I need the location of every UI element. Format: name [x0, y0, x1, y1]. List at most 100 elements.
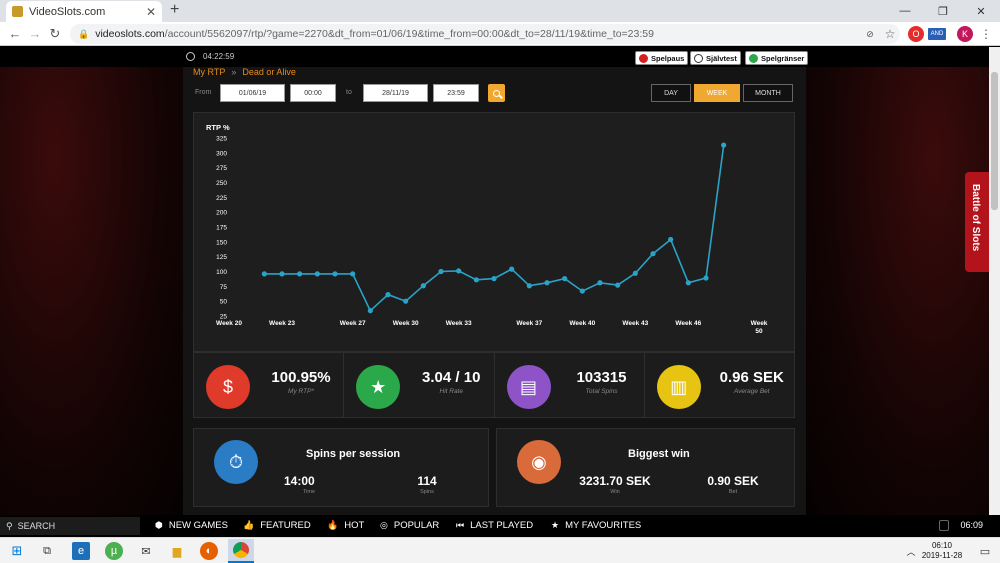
taskbar-clock[interactable]: 06:10 2019-11-28	[918, 541, 966, 561]
menu-kebab-icon[interactable]: ⋮	[978, 26, 994, 42]
session-clock: 04:22:59	[186, 52, 234, 61]
site-clock: 06:09	[960, 520, 983, 530]
y-tick-label: 100	[216, 269, 227, 276]
bookmark-star-icon[interactable]: ☆	[882, 26, 898, 42]
to-date-input[interactable]: 28/11/19	[363, 84, 428, 102]
rtp-data-point	[597, 280, 603, 286]
stat-value: 103315	[576, 369, 627, 386]
nav-my-favourites[interactable]: ★ MY FAVOURITES	[551, 520, 641, 531]
y-tick-label: 75	[220, 284, 228, 291]
nav-new-games[interactable]: ⬢ NEW GAMES	[155, 520, 228, 531]
x-tick-label: Week 33	[446, 320, 472, 327]
stat-value: 0.96 SEK	[719, 369, 784, 386]
stat-label: My RTP*	[288, 388, 314, 395]
browser-tab[interactable]: VideoSlots.com ✕	[6, 1, 162, 22]
rtp-chart: RTP % 25 50 75 100 125 150 175 200 225 250 275 300 32…	[193, 112, 795, 352]
nav-featured[interactable]: 👍 FEATURED	[243, 520, 311, 531]
close-window-icon[interactable]: ✕	[962, 0, 1000, 22]
utorrent-icon[interactable]: µ	[105, 542, 123, 560]
left-background	[0, 67, 183, 515]
x-tick-label: Week 20	[216, 320, 242, 327]
reload-icon[interactable]: ↻	[44, 26, 66, 42]
x-tick-label: 50	[755, 328, 763, 335]
y-tick-label: 125	[216, 254, 227, 261]
rtp-data-point	[526, 283, 532, 289]
scrollbar-thumb[interactable]	[991, 72, 998, 210]
spelpaus-button[interactable]: Spelpaus	[635, 51, 689, 65]
rtp-data-point	[703, 275, 709, 281]
lock-icon[interactable]	[939, 520, 949, 531]
game-search-input[interactable]: ⚲ SEARCH	[0, 517, 140, 535]
biggest-win-title: Biggest win	[628, 448, 690, 460]
x-tick-label: Week 46	[675, 320, 701, 327]
rtp-panel: My RTP» Dead or Alive From 01/06/19 00:00…	[183, 67, 806, 515]
clock-icon	[186, 52, 195, 61]
nav-last-played[interactable]: ⏮ LAST PLAYED	[456, 520, 533, 531]
maximize-icon[interactable]: ❐	[924, 0, 962, 22]
page-scrollbar[interactable]	[989, 47, 1000, 515]
breadcrumb-my-rtp[interactable]: My RTP	[193, 67, 225, 77]
rtp-data-point	[650, 251, 656, 257]
site-favicon-icon	[12, 6, 23, 17]
star-icon: ★	[551, 520, 560, 530]
app-icon[interactable]: e	[72, 542, 90, 560]
chrome-taskbar-button[interactable]	[228, 539, 254, 563]
session-time-label: Time	[302, 489, 316, 495]
slot-machine-icon: ▤	[506, 365, 551, 409]
to-time-input[interactable]: 23:59	[433, 84, 479, 102]
spelgranser-button[interactable]: Spelgränser	[745, 51, 809, 65]
extension-badge-icon[interactable]: AND	[928, 28, 946, 40]
battle-of-slots-tab[interactable]: Battle of Slots	[965, 172, 989, 272]
x-tick-label: Week 23	[269, 320, 295, 327]
stat-value: 3.04 / 10	[422, 369, 481, 386]
window-controls: — ❐ ✕	[886, 0, 1000, 22]
y-tick-label: 300	[216, 150, 227, 157]
thumbs-up-icon: 👍	[243, 520, 255, 530]
from-label: From	[195, 89, 212, 96]
period-month-button[interactable]: MONTH	[743, 84, 793, 102]
rtp-data-point	[350, 271, 356, 277]
new-tab-button[interactable]: +	[170, 1, 179, 19]
chrome-icon	[233, 542, 249, 558]
from-date-input[interactable]: 01/06/19	[220, 84, 285, 102]
translate-icon[interactable]: ⊘	[862, 26, 878, 42]
firefox-icon[interactable]: ◐	[200, 542, 218, 560]
y-tick-label: 275	[216, 165, 227, 172]
back-icon[interactable]: ←	[4, 26, 26, 41]
search-button[interactable]	[488, 84, 505, 102]
rtp-data-point	[420, 283, 426, 289]
nav-popular[interactable]: ◎ POPULAR	[380, 520, 439, 531]
period-day-button[interactable]: DAY	[651, 84, 691, 102]
stopwatch-icon: ⏱	[214, 440, 258, 484]
mail-icon[interactable]: ✉	[137, 542, 155, 560]
url-bar[interactable]: 🔒 videoslots.com/account/5562097/rtp/?ga…	[70, 24, 900, 44]
lock-icon: 🔒	[78, 28, 90, 39]
rtp-data-point	[314, 271, 320, 277]
money-hand-icon: $	[206, 365, 250, 409]
stat-average-bet: ▥ 0.96 SEK Average Bet	[645, 353, 794, 417]
file-explorer-icon[interactable]: ▆	[168, 542, 186, 560]
rtp-data-point	[544, 280, 550, 286]
opera-extension-icon[interactable]: O	[908, 26, 924, 42]
notifications-icon[interactable]: ▭	[976, 542, 994, 560]
nav-hot[interactable]: 🔥 HOT	[327, 520, 364, 531]
stat-total-spins: ▤ 103315 Total Spins	[495, 353, 645, 417]
windows-start-icon[interactable]: ⊞	[8, 542, 26, 560]
tab-close-icon[interactable]: ✕	[146, 5, 156, 19]
selftest-icon	[694, 53, 703, 63]
forward-icon[interactable]: →	[24, 26, 46, 41]
browser-tab-bar: VideoSlots.com ✕ + — ❐ ✕	[0, 0, 1000, 22]
period-week-button[interactable]: WEEK	[694, 84, 740, 102]
from-time-input[interactable]: 00:00	[290, 84, 336, 102]
profile-avatar[interactable]: K	[957, 26, 973, 42]
tab-title: VideoSlots.com	[29, 5, 106, 18]
rtp-data-point	[579, 288, 585, 294]
task-view-icon[interactable]: ⧉	[38, 542, 56, 560]
session-time: 04:22:59	[203, 52, 235, 61]
minimize-icon[interactable]: —	[886, 0, 924, 22]
stat-value: 100.95%	[271, 369, 331, 386]
rtp-data-point	[509, 266, 515, 272]
popular-icon: ◎	[380, 520, 388, 530]
y-axis-title: RTP %	[206, 123, 230, 132]
sjalvtest-button[interactable]: Självtest	[690, 51, 741, 65]
